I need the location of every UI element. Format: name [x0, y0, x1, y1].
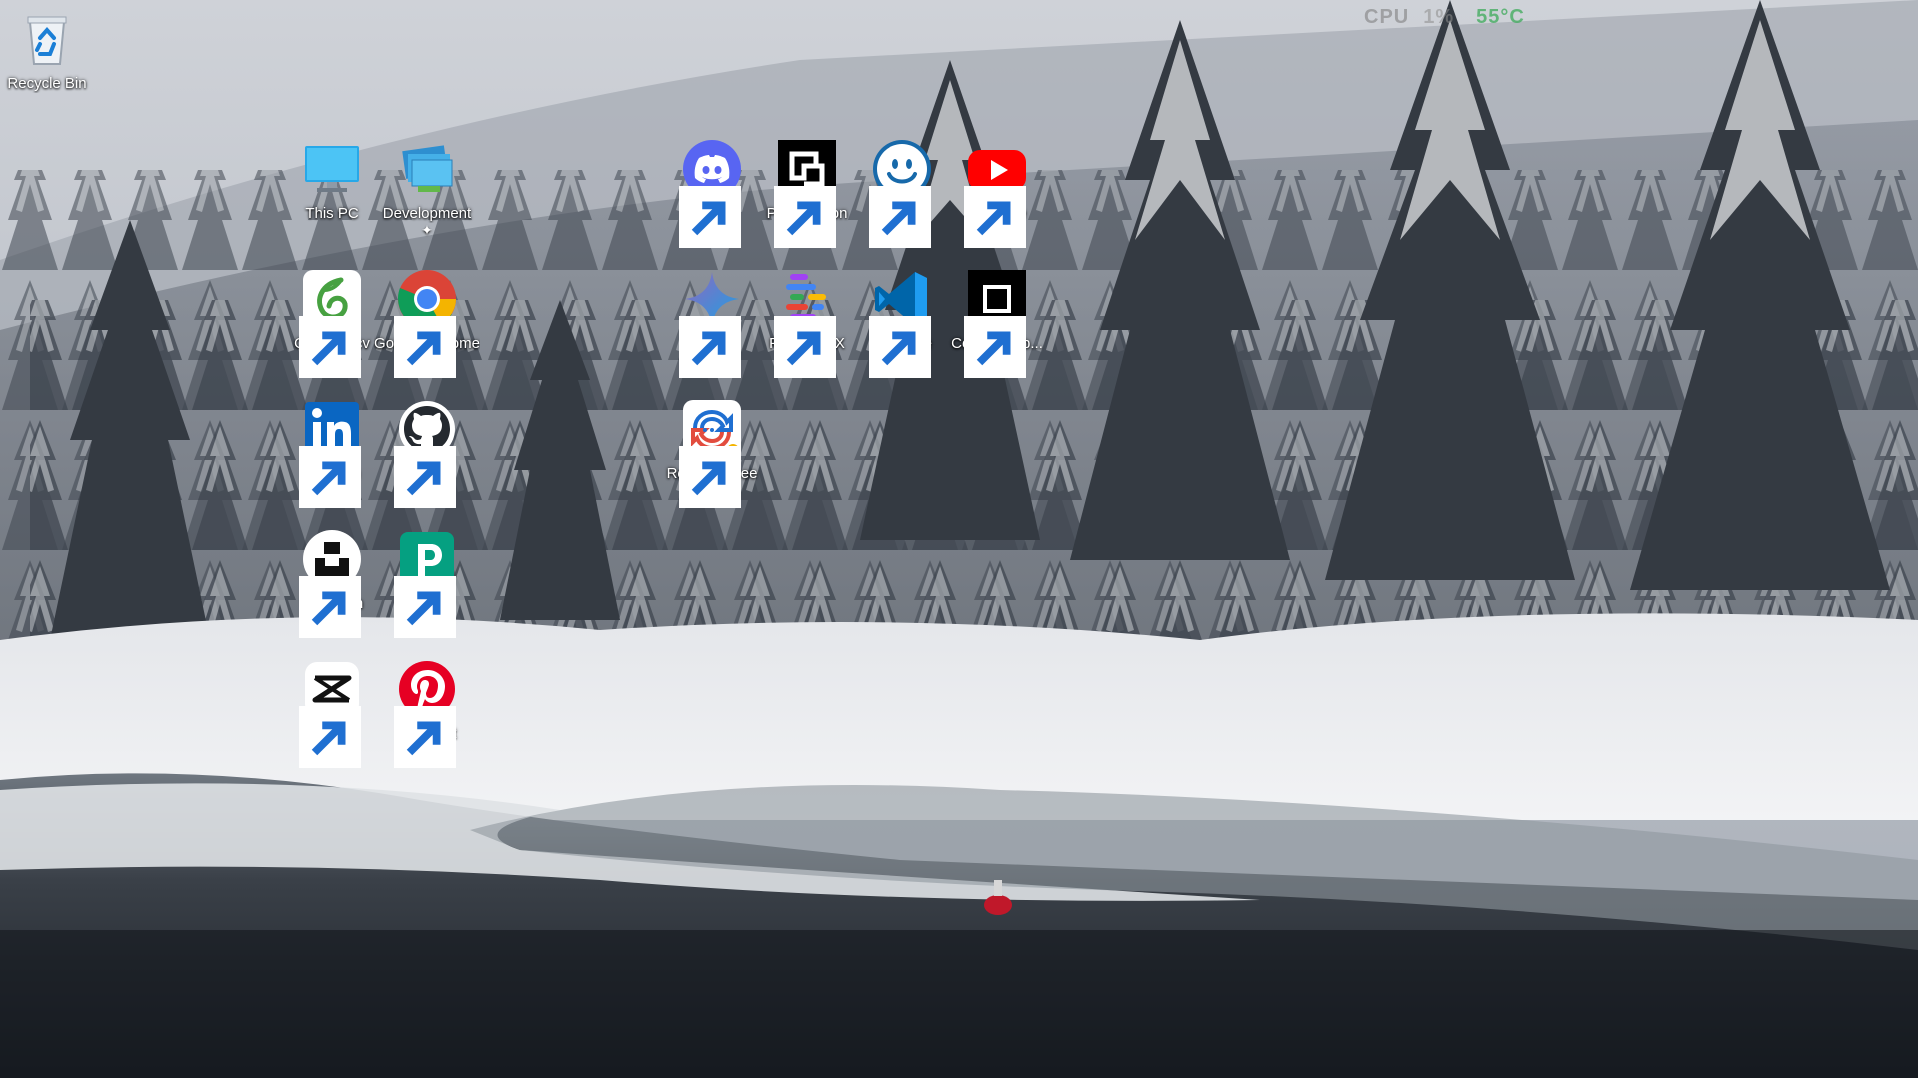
desktop-icon-label: Recycle Bin: [7, 75, 87, 92]
recycle-bin-icon: [16, 8, 78, 70]
desktop-icon-codesandbox[interactable]: CodeSandb...: [942, 264, 1052, 382]
cpu-temperature-value: 55°C: [1476, 6, 1525, 28]
desktop-icon-reverso[interactable]: Reverso Free trans...: [657, 394, 767, 512]
shortcut-arrow-icon: [394, 706, 456, 768]
shortcut-arrow-icon: [679, 186, 741, 248]
png-to-icon-icon: [774, 138, 838, 248]
shortcut-arrow-icon: [299, 576, 361, 638]
desktop-icon-youtube[interactable]: YouTube: [942, 134, 1052, 252]
chrome-icon: [394, 268, 458, 378]
youtube-icon: [964, 138, 1028, 248]
shortcut-arrow-icon: [394, 316, 456, 378]
unsplash-icon: [299, 528, 363, 638]
shortcut-arrow-icon: [964, 316, 1026, 378]
desktop-icon-linkedin[interactable]: LinkedIn: [277, 394, 387, 512]
desktop-icon-this-pc[interactable]: This PC: [277, 134, 387, 252]
desktop-icon-png-to-icon[interactable]: PNG to icon: [752, 134, 862, 252]
shortcut-arrow-icon: [394, 446, 456, 508]
reverso-icon: [679, 398, 743, 508]
gemini-icon: [679, 268, 743, 378]
desktop-icon-pinterest[interactable]: Pinterest: [372, 654, 482, 772]
pexels-icon: [394, 528, 458, 638]
desktop-icon-label: This PC: [305, 205, 359, 222]
desktop-icon-unsplash[interactable]: Unsplash: [277, 524, 387, 642]
shortcut-arrow-icon: [964, 186, 1026, 248]
shortcut-arrow-icon: [774, 186, 836, 248]
discord-icon: [679, 138, 743, 248]
shortcut-arrow-icon: [299, 706, 361, 768]
monitor-icon: [301, 138, 363, 200]
shortcut-arrow-icon: [774, 316, 836, 378]
codesandbox-icon: [964, 268, 1028, 378]
pinterest-icon: [394, 658, 458, 768]
shortcut-arrow-icon: [299, 316, 361, 378]
cpu-label: CPU: [1364, 6, 1410, 28]
iconify-icon: [869, 138, 933, 248]
shortcut-arrow-icon: [869, 186, 931, 248]
overleaf-icon: [299, 268, 363, 378]
desktop-icon-recycle-bin[interactable]: Recycle Bin: [0, 4, 102, 122]
shortcut-arrow-icon: [679, 446, 741, 508]
cpu-monitor-widget: CPU 1% 55°C: [1364, 6, 1525, 29]
shortcut-arrow-icon: [299, 446, 361, 508]
sparkle-icon: ✦: [421, 222, 433, 238]
shortcut-arrow-icon: [394, 576, 456, 638]
linkedin-icon: [299, 398, 363, 508]
capcut-icon: [299, 658, 363, 768]
github-icon: [394, 398, 458, 508]
desktop-icon-discord[interactable]: Discord: [657, 134, 767, 252]
desktop-icon-development[interactable]: Development ✦: [372, 134, 482, 252]
shortcut-arrow-icon: [869, 316, 931, 378]
folder-icon: [396, 138, 458, 200]
desktop-icon-iconify[interactable]: Iconify: [847, 134, 957, 252]
desktop-icon-pexels[interactable]: Pexels: [372, 524, 482, 642]
desktop-icon-gemini[interactable]: Gemini: [657, 264, 767, 382]
desktop-icon-vs-code[interactable]: VS Code: [847, 264, 957, 382]
desktop-icon-overleaf[interactable]: Overleaf cv: [277, 264, 387, 382]
desktop-icon-github[interactable]: GitHub: [372, 394, 482, 512]
cpu-usage-value: 1%: [1423, 6, 1455, 28]
desktop-icon-project-idx[interactable]: Project IDX: [752, 264, 862, 382]
shortcut-arrow-icon: [679, 316, 741, 378]
desktop-icon-capcut[interactable]: CapCut: [277, 654, 387, 772]
vscode-icon: [869, 268, 933, 378]
desktop-icon-label: Development: [382, 205, 472, 222]
desktop-icon-google-chrome[interactable]: Google Chrome: [372, 264, 482, 382]
project-idx-icon: [774, 268, 838, 378]
